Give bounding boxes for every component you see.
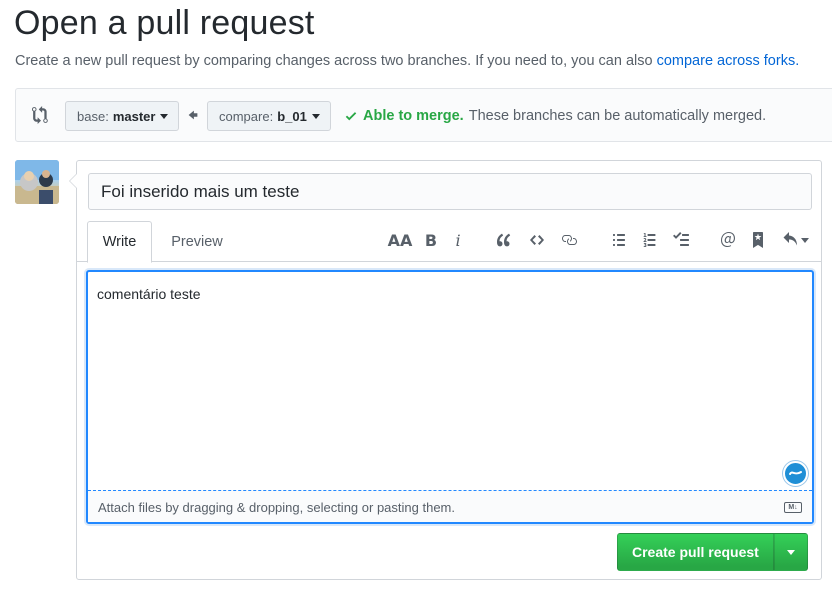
- create-pr-button-group: Create pull request: [617, 533, 808, 571]
- italic-button[interactable]: i: [447, 229, 469, 251]
- merge-ok-text: Able to merge.: [363, 108, 464, 124]
- italic-label: i: [455, 230, 461, 250]
- avatar[interactable]: [15, 160, 59, 204]
- compare-across-forks-link[interactable]: compare across forks.: [657, 53, 800, 69]
- code-icon: [530, 235, 544, 245]
- attach-files-hint: Attach files by dragging & dropping, sel…: [98, 500, 455, 515]
- base-value: master: [112, 108, 156, 124]
- ordered-list-icon: [643, 233, 656, 247]
- merge-description: These branches can be automatically merg…: [468, 108, 767, 124]
- task-list-icon: [673, 232, 689, 246]
- ordered-list-button[interactable]: [639, 229, 661, 251]
- link-icon: [562, 235, 577, 245]
- attach-files-bar[interactable]: Attach files by dragging & dropping, sel…: [88, 490, 812, 522]
- create-options-dropdown[interactable]: [773, 533, 808, 571]
- subtitle-text: Create a new pull request by comparing c…: [15, 53, 657, 69]
- pr-body-textarea[interactable]: comentário teste Attach files by draggin…: [86, 270, 814, 524]
- heading-button[interactable]: AA: [387, 229, 413, 251]
- merge-status: Able to merge. These branches can be aut…: [344, 108, 766, 124]
- pull-request-composer: Write Preview AA B i comentário teste At…: [69, 160, 822, 580]
- heading-label: AA: [387, 230, 413, 250]
- base-branch-select[interactable]: base: master: [65, 101, 180, 131]
- task-list-button[interactable]: [670, 229, 692, 251]
- code-button[interactable]: [526, 229, 548, 251]
- chevron-down-icon: [160, 113, 169, 119]
- avatar-image: [15, 160, 59, 204]
- mention-icon: [721, 232, 735, 247]
- grammarly-glyph: [789, 471, 802, 475]
- quote-icon: [497, 233, 511, 247]
- pr-title-input[interactable]: [88, 173, 812, 210]
- mention-button[interactable]: [717, 229, 739, 251]
- page-title: Open a pull request: [14, 4, 315, 42]
- markdown-icon[interactable]: M↓: [784, 502, 802, 513]
- chevron-down-icon: [311, 113, 320, 119]
- unordered-list-button[interactable]: [608, 229, 630, 251]
- compare-branch-select[interactable]: compare: b_01: [207, 101, 331, 131]
- tab-preview[interactable]: Preview: [157, 221, 237, 263]
- git-compare-icon: [32, 106, 48, 124]
- grammarly-icon[interactable]: [783, 461, 808, 486]
- branch-range-bar: base: master compare: b_01 Able to merge…: [15, 88, 832, 142]
- compare-value: b_01: [277, 108, 307, 124]
- quote-button[interactable]: [493, 229, 515, 251]
- tab-write[interactable]: Write: [87, 221, 152, 263]
- reply-icon: [783, 232, 797, 246]
- arrow-left-icon: [188, 110, 198, 120]
- base-label: base:: [77, 108, 109, 124]
- chevron-down-icon: [800, 237, 809, 243]
- page-subtitle: Create a new pull request by comparing c…: [15, 53, 799, 69]
- unordered-list-icon: [613, 234, 625, 246]
- create-pull-request-button[interactable]: Create pull request: [617, 533, 774, 571]
- saved-reply-button[interactable]: [747, 229, 769, 251]
- bold-button[interactable]: B: [420, 229, 442, 251]
- bold-label: B: [424, 230, 438, 250]
- check-icon: [345, 112, 357, 121]
- bookmark-icon: [753, 232, 763, 248]
- link-button[interactable]: [558, 229, 580, 251]
- reply-button[interactable]: [779, 229, 811, 251]
- compare-label: compare:: [219, 108, 274, 124]
- chevron-down-icon: [786, 549, 795, 555]
- pr-body-text: comentário teste: [97, 286, 201, 302]
